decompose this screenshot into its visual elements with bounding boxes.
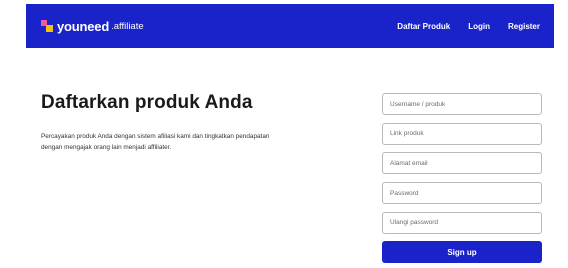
hero-description: Percayakan produk Anda dengan sistem afi… bbox=[41, 133, 270, 151]
brand-logo[interactable]: youneed .affiliate bbox=[41, 19, 144, 34]
confirm-password-input[interactable] bbox=[382, 211, 542, 234]
email-input[interactable] bbox=[382, 152, 542, 175]
username-product-input[interactable] bbox=[382, 93, 542, 115]
logo-mark-icon bbox=[41, 20, 53, 32]
brand-name: youneed bbox=[57, 18, 110, 34]
page-title: Daftarkan produk Anda bbox=[41, 92, 253, 113]
navbar: youneed .affiliate Daftar Produk Login R… bbox=[26, 4, 554, 48]
nav-link-register[interactable]: Register bbox=[508, 22, 540, 31]
brand-suffix: .affiliate bbox=[111, 20, 144, 32]
nav-link-daftar-produk[interactable]: Daftar Produk bbox=[397, 22, 450, 31]
password-input[interactable] bbox=[382, 182, 542, 205]
sign-up-button[interactable]: Sign up bbox=[382, 241, 542, 264]
signup-form: Sign up bbox=[382, 93, 542, 264]
nav-link-login[interactable]: Login bbox=[468, 22, 490, 31]
product-link-input[interactable] bbox=[382, 122, 542, 145]
nav-links: Daftar Produk Login Register bbox=[379, 4, 540, 48]
